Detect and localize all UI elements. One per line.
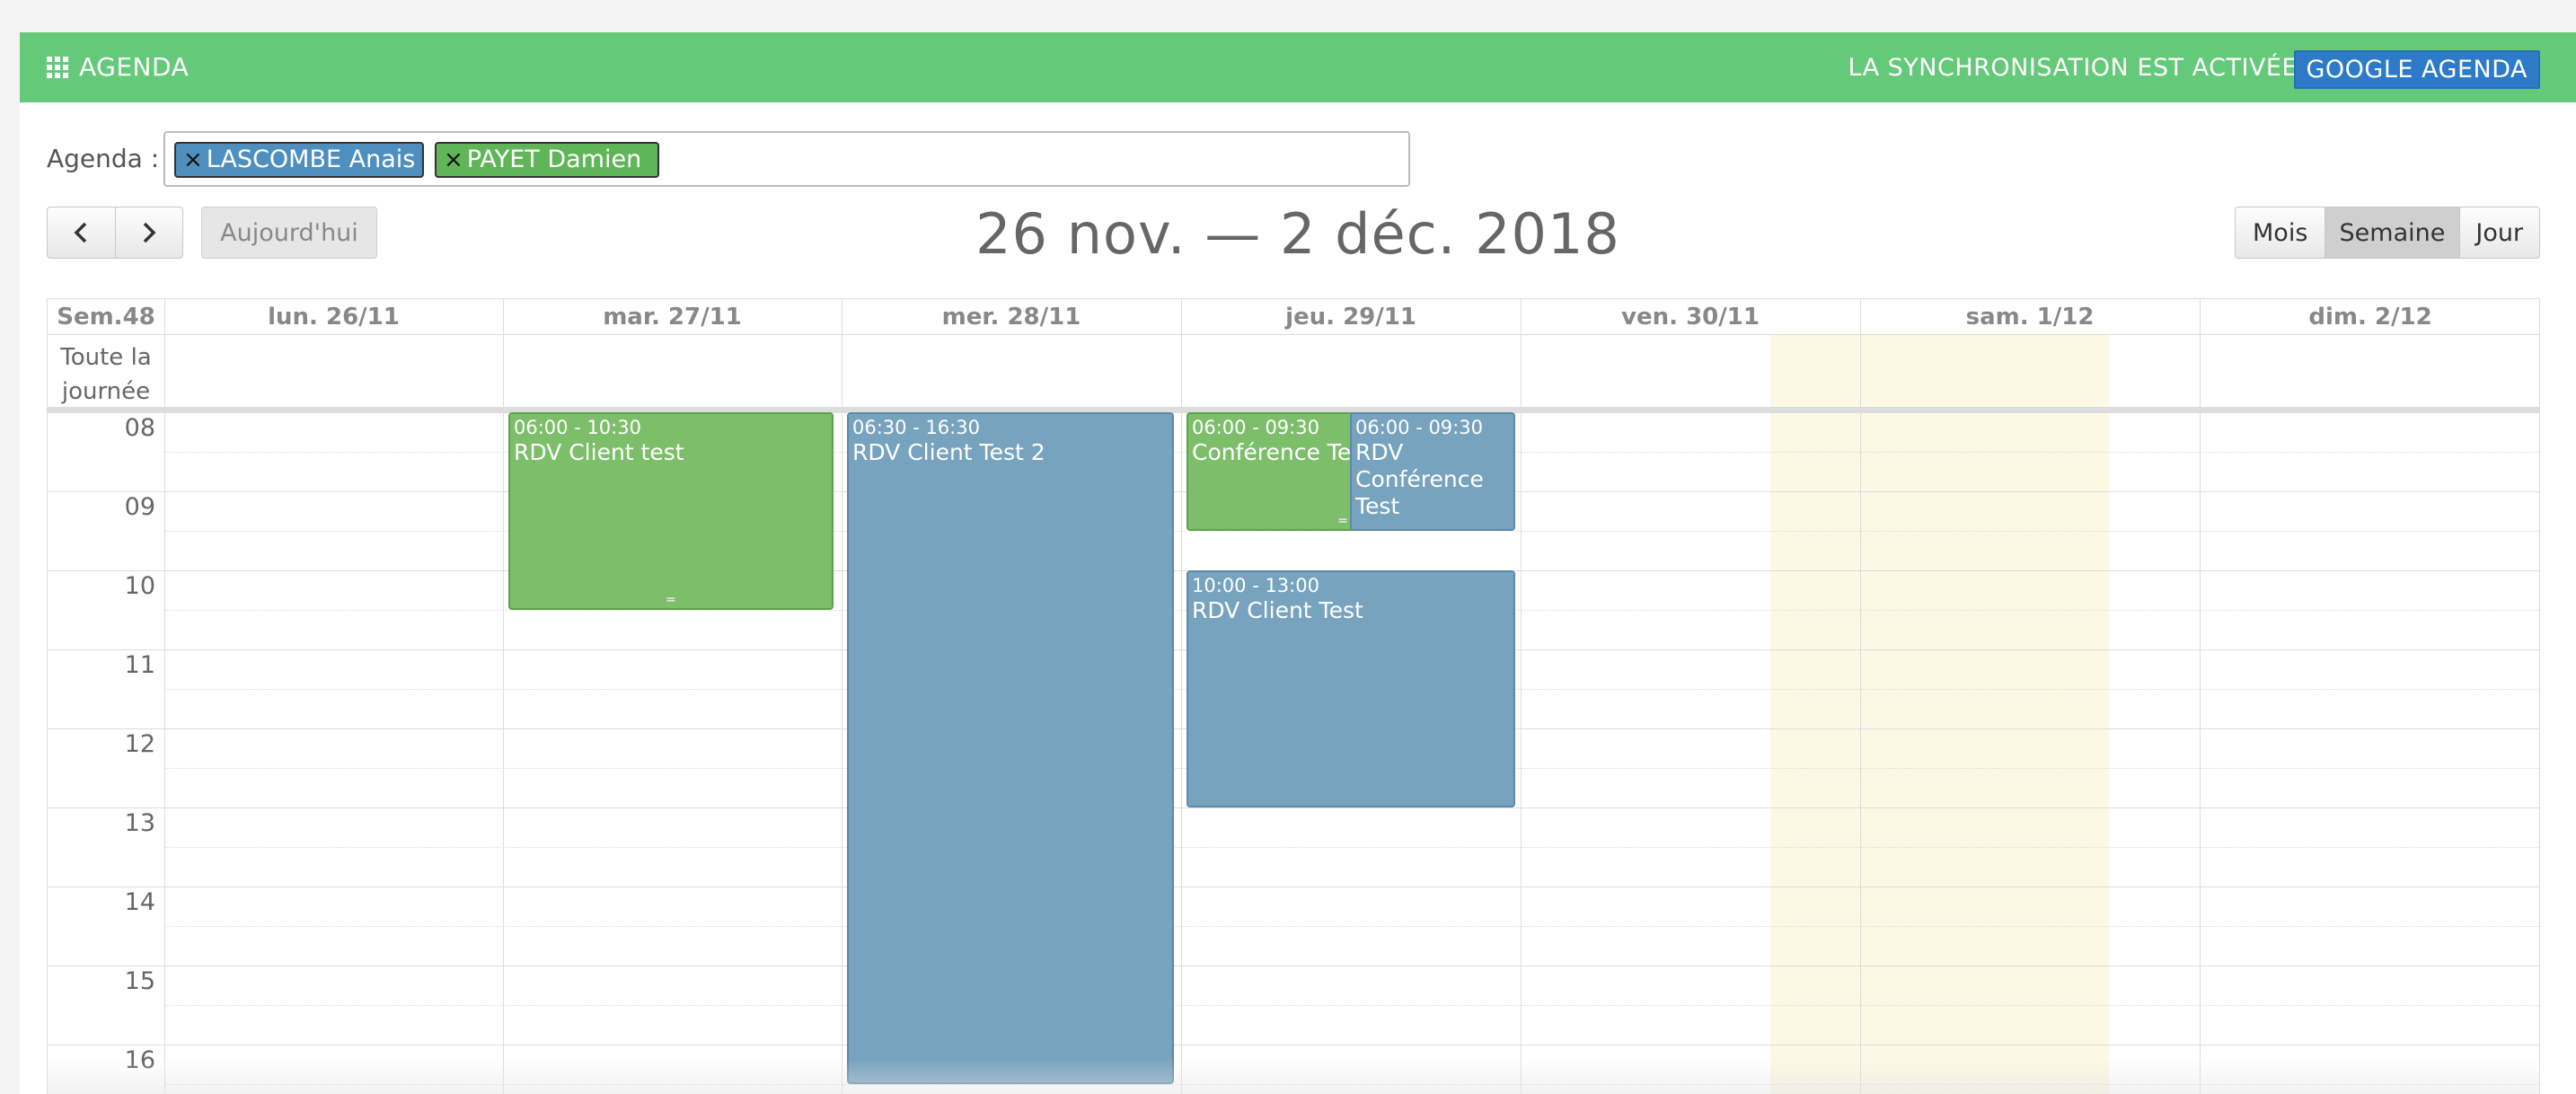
agenda-tag-lascombe[interactable]: × LASCOMBE Anais — [174, 142, 424, 178]
remove-tag-icon[interactable]: × — [183, 146, 203, 173]
app-header: AGENDA LA SYNCHRONISATION EST ACTIVÉE GO… — [20, 32, 2576, 102]
app-title[interactable]: AGENDA — [47, 52, 189, 82]
agenda-tag-label: LASCOMBE Anais — [206, 146, 416, 173]
day-column-lines — [48, 299, 2539, 1094]
week-calendar-grid: Sem.48 lun. 26/11 mar. 27/11 mer. 28/11 … — [47, 298, 2540, 1094]
sync-status-text: LA SYNCHRONISATION EST ACTIVÉE — [1848, 54, 2298, 82]
google-agenda-button[interactable]: GOOGLE AGENDA — [2293, 50, 2540, 89]
agenda-filter-label: Agenda : — [47, 144, 160, 173]
remove-tag-icon[interactable]: × — [444, 146, 463, 173]
date-range-title: 26 nov. — 2 déc. 2018 — [975, 201, 1620, 267]
agenda-filter-input[interactable]: × LASCOMBE Anais × PAYET Damien — [163, 131, 1410, 187]
agenda-tag-payet[interactable]: × PAYET Damien — [435, 142, 659, 178]
view-switcher: Mois Semaine Jour — [2235, 207, 2540, 259]
view-month-button[interactable]: Mois — [2236, 207, 2325, 258]
view-day-button[interactable]: Jour — [2458, 207, 2539, 258]
agenda-tag-label: PAYET Damien — [466, 146, 642, 173]
apps-grid-icon — [47, 56, 68, 78]
agenda-panel: AGENDA LA SYNCHRONISATION EST ACTIVÉE GO… — [20, 32, 2576, 1094]
app-title-label: AGENDA — [79, 52, 190, 82]
view-week-button[interactable]: Semaine — [2325, 207, 2459, 258]
